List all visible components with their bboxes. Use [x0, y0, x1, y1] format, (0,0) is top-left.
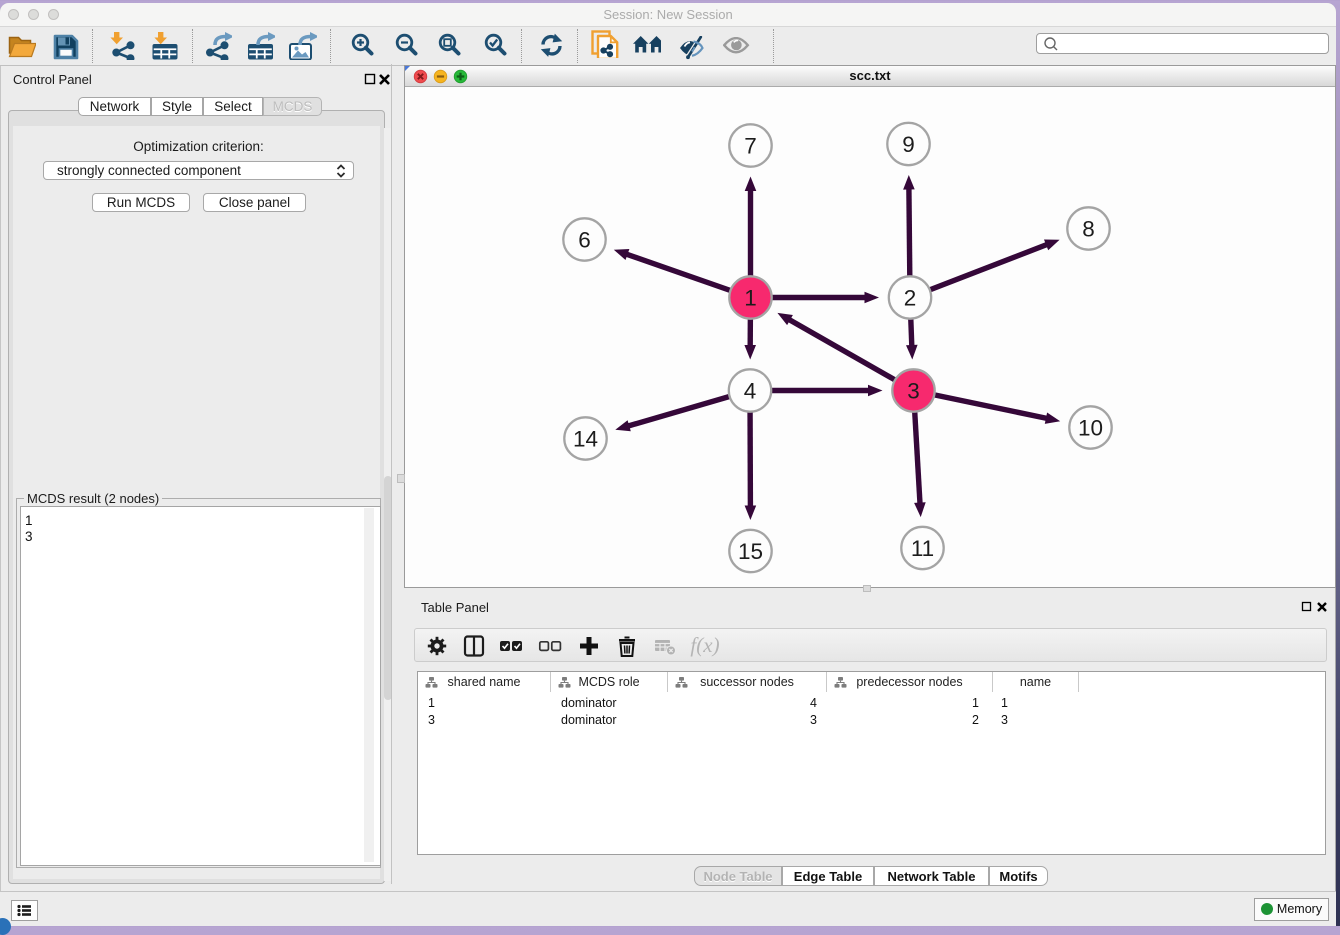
svg-text:6: 6	[578, 228, 591, 253]
svg-text:10: 10	[1078, 416, 1103, 441]
svg-text:15: 15	[738, 539, 763, 564]
svg-text:4: 4	[744, 379, 757, 404]
svg-text:1: 1	[744, 286, 757, 311]
svg-text:2: 2	[904, 286, 917, 311]
svg-text:8: 8	[1082, 217, 1095, 242]
svg-text:11: 11	[911, 536, 934, 561]
svg-text:14: 14	[573, 427, 598, 452]
svg-text:3: 3	[907, 379, 920, 404]
svg-text:7: 7	[744, 134, 757, 159]
svg-text:9: 9	[902, 132, 915, 157]
